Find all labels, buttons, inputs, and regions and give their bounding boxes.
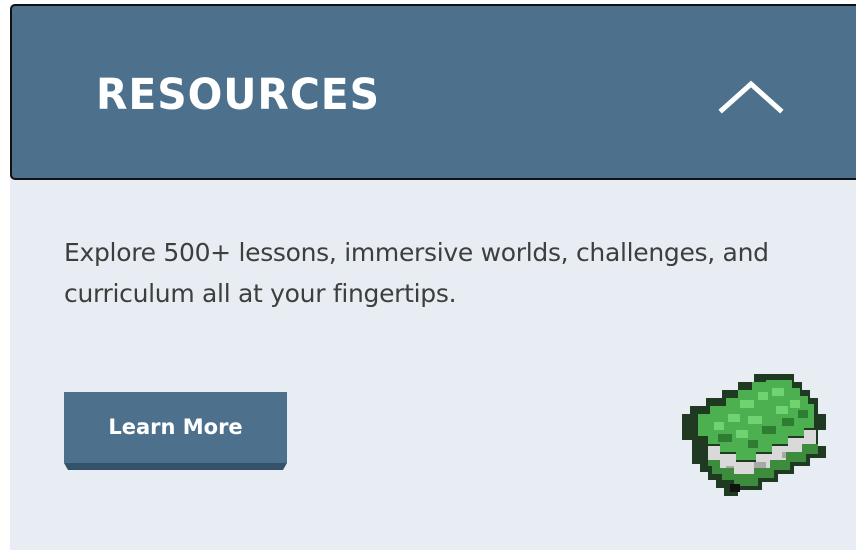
button-bevel <box>64 463 287 470</box>
pixel-book-icon <box>682 374 826 496</box>
learn-more-button[interactable]: Learn More <box>64 392 287 471</box>
chevron-up-icon <box>718 80 784 114</box>
learn-more-label: Learn More <box>64 392 287 463</box>
section-title: RESOURCES <box>96 70 380 120</box>
resources-description: Explore 500+ lessons, immersive worlds, … <box>64 238 769 308</box>
collapse-toggle-button[interactable] <box>712 70 790 122</box>
resources-panel: RESOURCES Explore 500+ lessons, immersiv… <box>10 4 856 550</box>
resources-header[interactable]: RESOURCES <box>10 4 856 180</box>
